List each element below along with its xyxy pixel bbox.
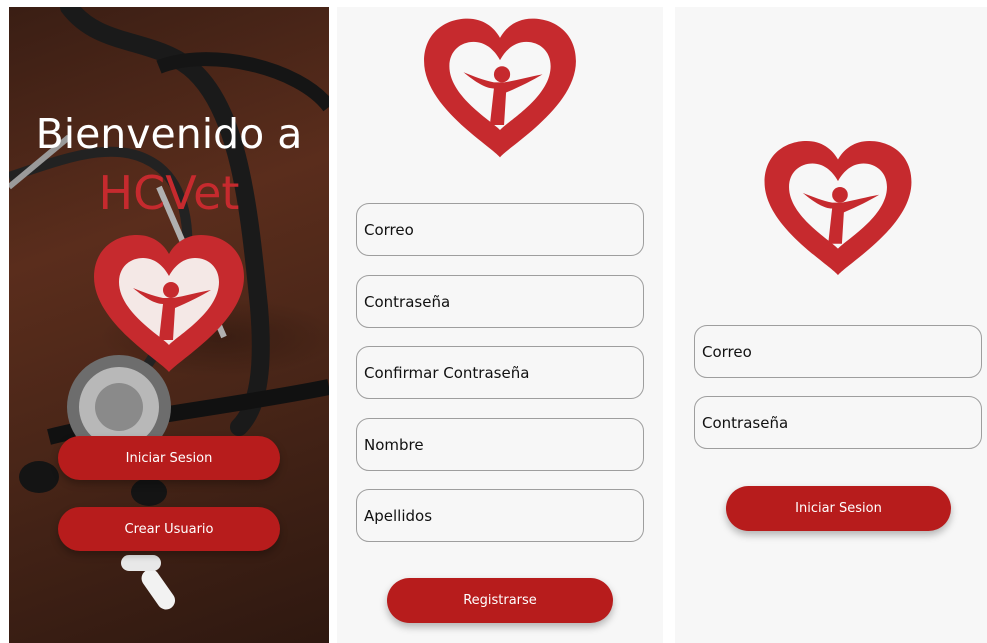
welcome-screen: Bienvenido a HCVet Iniciar Sesion Crear … [9,7,329,643]
heart-person-logo [419,15,581,163]
first-name-field[interactable]: Nombre [356,418,644,471]
heart-person-logo [89,232,249,377]
password-field[interactable]: Contraseña [356,275,644,328]
register-screen: Correo Contraseña Confirmar Contraseña N… [337,7,663,643]
password-field[interactable]: Contraseña [694,396,982,449]
confirm-password-field[interactable]: Confirmar Contraseña [356,346,644,399]
email-field[interactable]: Correo [694,325,982,378]
login-button[interactable]: Iniciar Sesion [58,436,280,480]
email-field[interactable]: Correo [356,203,644,256]
app-name: HCVet [98,166,240,220]
welcome-title: Bienvenido a [35,110,303,158]
heart-person-logo [757,138,919,280]
create-user-button[interactable]: Crear Usuario [58,507,280,551]
login-screen: Correo Contraseña Iniciar Sesion [675,7,987,643]
login-button[interactable]: Iniciar Sesion [726,486,951,531]
last-name-field[interactable]: Apellidos [356,489,644,542]
register-button[interactable]: Registrarse [387,578,613,623]
